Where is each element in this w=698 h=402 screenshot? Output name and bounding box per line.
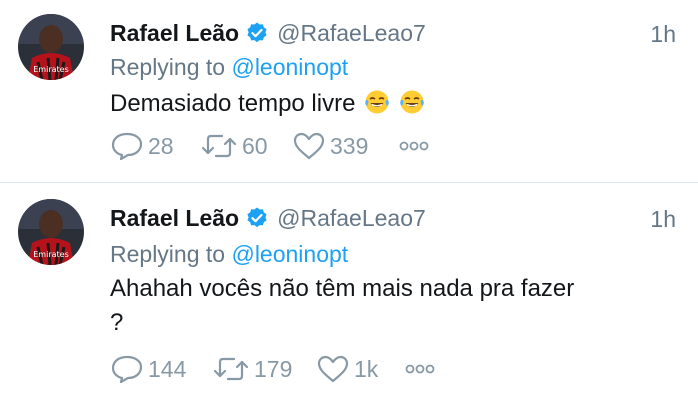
heart-icon bbox=[317, 355, 349, 383]
tweet-text: Demasiado tempo livre bbox=[110, 88, 680, 120]
face-with-tears-of-joy-icon bbox=[365, 90, 389, 114]
tweet-divider bbox=[0, 182, 698, 183]
replying-prefix: Replying to bbox=[110, 54, 226, 80]
reply-button[interactable]: 144 bbox=[110, 354, 212, 384]
tweet[interactable]: Emirates Rafael Leão @RafaeLeao7 1h Repl… bbox=[0, 184, 698, 402]
tweet-text: Ahahah vocês não têm mais nada pra fazer… bbox=[110, 273, 680, 339]
retweet-button[interactable]: 60 bbox=[200, 131, 292, 161]
face-with-tears-of-joy-icon bbox=[399, 90, 424, 114]
retweet-button[interactable]: 179 bbox=[212, 354, 316, 384]
tweet-header: Rafael Leão @RafaeLeao7 bbox=[110, 16, 426, 50]
like-button[interactable]: 1k bbox=[316, 354, 400, 384]
replying-to-link[interactable]: @leoninopt bbox=[231, 241, 348, 267]
avatar-sponsor-text: Emirates bbox=[33, 65, 69, 74]
heart-icon bbox=[293, 132, 325, 160]
like-count: 1k bbox=[354, 355, 379, 382]
more-options-icon[interactable] bbox=[404, 363, 436, 375]
retweet-icon bbox=[201, 134, 237, 158]
tweet-text-content: Demasiado tempo livre bbox=[110, 90, 356, 117]
replying-to: Replying to @leoninopt bbox=[110, 54, 348, 81]
tweet-header: Rafael Leão @RafaeLeao7 bbox=[110, 201, 426, 235]
avatar[interactable]: Emirates bbox=[18, 14, 84, 80]
like-count: 339 bbox=[330, 132, 369, 159]
user-handle[interactable]: @RafaeLeao7 bbox=[277, 20, 426, 47]
verified-badge-icon bbox=[247, 22, 267, 43]
tweet-actions: 28 60 339 bbox=[110, 130, 430, 162]
retweet-count: 60 bbox=[242, 132, 268, 159]
avatar[interactable]: Emirates bbox=[18, 199, 84, 265]
tweet-actions: 144 179 1k bbox=[110, 353, 436, 385]
avatar-sponsor-text: Emirates bbox=[33, 250, 69, 259]
display-name[interactable]: Rafael Leão bbox=[110, 20, 239, 47]
retweet-count: 179 bbox=[254, 355, 293, 382]
reply-icon bbox=[111, 132, 143, 161]
more-options-icon[interactable] bbox=[398, 140, 430, 152]
tweet-text-line: ? bbox=[110, 309, 124, 336]
user-handle[interactable]: @RafaeLeao7 bbox=[277, 205, 426, 232]
tweet[interactable]: Emirates Rafael Leão @RafaeLeao7 1h Repl… bbox=[0, 0, 698, 183]
tweet-text-line: Ahahah vocês não têm mais nada pra fazer bbox=[110, 275, 575, 302]
retweet-icon bbox=[213, 357, 249, 381]
replying-to: Replying to @leoninopt bbox=[110, 241, 348, 268]
reply-button[interactable]: 28 bbox=[110, 131, 200, 161]
tweet-timestamp[interactable]: 1h bbox=[650, 206, 676, 233]
reply-count: 144 bbox=[148, 355, 187, 382]
replying-prefix: Replying to bbox=[110, 241, 226, 267]
like-button[interactable]: 339 bbox=[292, 131, 394, 161]
replying-to-link[interactable]: @leoninopt bbox=[231, 54, 348, 80]
tweet-timestamp[interactable]: 1h bbox=[650, 21, 676, 48]
reply-icon bbox=[111, 355, 143, 384]
reply-count: 28 bbox=[148, 132, 174, 159]
verified-badge-icon bbox=[247, 207, 267, 228]
display-name[interactable]: Rafael Leão bbox=[110, 205, 239, 232]
